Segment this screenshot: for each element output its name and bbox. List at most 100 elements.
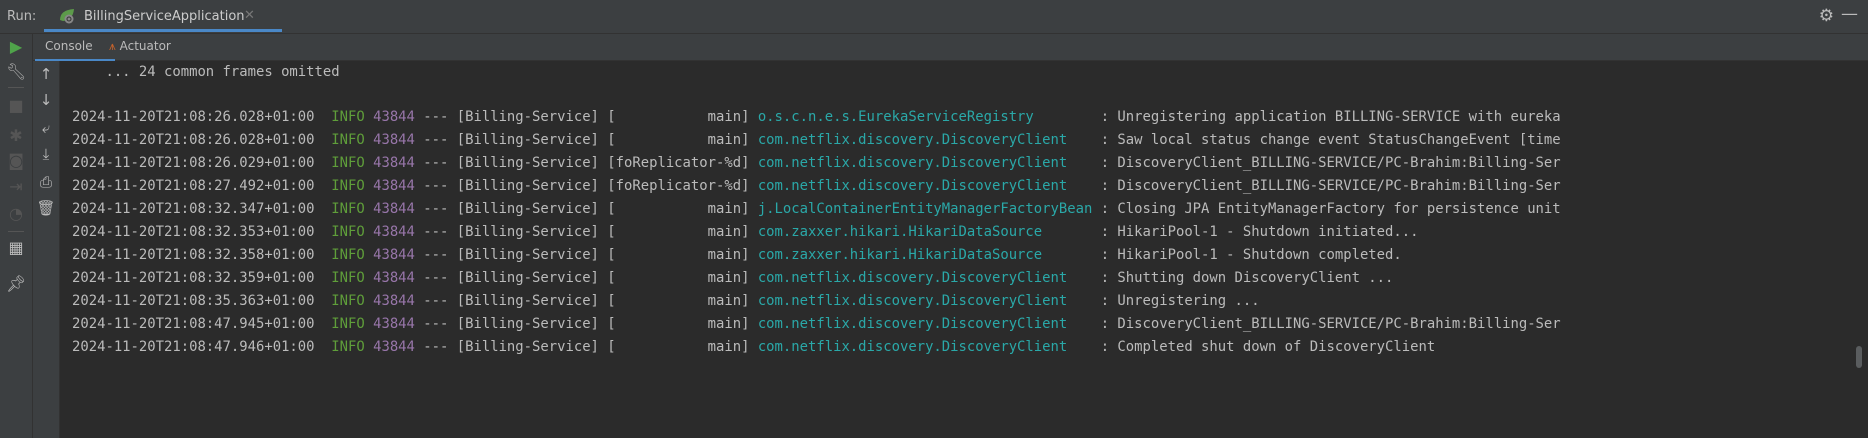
tab-console[interactable]: Console [35,39,115,61]
scrollbar[interactable] [1856,346,1862,368]
run-toolwindow-header: Run: BillingServiceApplication ✕ ⚙ — [0,0,1868,34]
log-logger: com.netflix.discovery.DiscoveryClient [757,132,1093,148]
tab-actuator[interactable]: ⩚ Actuator [109,39,171,54]
log-line: 2024-11-20T21:08:26.028+01:00 INFO 43844… [72,130,1561,150]
log-level: INFO [331,155,365,171]
log-logger: com.zaxxer.hikari.HikariDataSource [757,247,1093,263]
pin-icon[interactable]: 📌︎ [6,274,26,293]
run-config-tab[interactable]: BillingServiceApplication ✕ [44,0,282,32]
close-icon[interactable]: ✕ [244,8,255,23]
trash-icon[interactable]: 🗑︎ [36,199,56,217]
log-timestamp: 2024-11-20T21:08:35.363+01:00 [72,293,315,309]
stop-icon[interactable]: ■ [6,96,26,115]
log-pid: 43844 [373,247,415,263]
log-thread: --- [Billing-Service] [ main] [423,270,758,286]
log-timestamp: 2024-11-20T21:08:26.028+01:00 [72,132,315,148]
arrow-down-icon[interactable]: ↓ [36,91,56,109]
log-logger: com.zaxxer.hikari.HikariDataSource [757,224,1093,240]
log-level: INFO [331,270,365,286]
actuator-icon: ⩚ [109,39,116,53]
log-thread: --- [Billing-Service] [ main] [423,224,758,240]
log-line: 2024-11-20T21:08:32.353+01:00 INFO 43844… [72,222,1418,242]
rerun-icon[interactable]: ▶ [6,37,26,56]
log-message: : HikariPool-1 - Shutdown initiated... [1092,224,1419,240]
log-thread: --- [Billing-Service] [ main] [423,109,758,125]
log-line: 2024-11-20T21:08:26.029+01:00 INFO 43844… [72,153,1561,173]
log-pid: 43844 [373,132,415,148]
spring-boot-icon [60,9,74,24]
tab-label: Actuator [119,39,171,53]
log-timestamp: 2024-11-20T21:08:27.492+01:00 [72,178,315,194]
login-icon[interactable]: ⇥ [6,177,26,196]
minimize-icon[interactable]: — [1841,4,1858,24]
log-logger: com.netflix.discovery.DiscoveryClient [757,316,1093,332]
print-icon[interactable]: ⎙ [36,173,56,191]
log-level: INFO [331,178,365,194]
log-line: 2024-11-20T21:08:47.946+01:00 INFO 43844… [72,337,1435,357]
log-message: : Unregistering application BILLING-SERV… [1092,109,1561,125]
log-level: INFO [331,201,365,217]
log-timestamp: 2024-11-20T21:08:26.028+01:00 [72,109,315,125]
log-level: INFO [331,339,365,355]
log-pid: 43844 [373,201,415,217]
log-message: : Unregistering ... [1092,293,1260,309]
log-line: 2024-11-20T21:08:27.492+01:00 INFO 43844… [72,176,1561,196]
wrench-icon[interactable]: 🔧︎ [6,62,26,81]
log-message: : Closing JPA EntityManagerFactory for p… [1092,201,1561,217]
log-logger: com.netflix.discovery.DiscoveryClient [757,178,1093,194]
log-level: INFO [331,247,365,263]
log-pid: 43844 [373,109,415,125]
console-tabs: Console ⩚ Actuator [33,34,1868,61]
gear-icon[interactable]: ⚙ [1819,6,1834,26]
log-thread: --- [Billing-Service] [ main] [423,293,758,309]
log-message: : Completed shut down of DiscoveryClient [1092,339,1436,355]
log-thread: --- [Billing-Service] [ main] [423,247,758,263]
log-timestamp: 2024-11-20T21:08:32.347+01:00 [72,201,315,217]
camera-icon[interactable]: ◙ [6,151,26,170]
profiler-icon[interactable]: ◔ [6,204,26,223]
log-timestamp: 2024-11-20T21:08:32.358+01:00 [72,247,315,263]
divider [8,231,24,232]
run-config-name: BillingServiceApplication [84,9,245,24]
console-output[interactable]: ... 24 common frames omitted 2024-11-20T… [60,61,1868,438]
log-logger: com.netflix.discovery.DiscoveryClient [757,293,1093,309]
log-level: INFO [331,132,365,148]
log-logger: j.LocalContainerEntityManagerFactoryBean [757,201,1093,217]
run-label: Run: [7,9,37,24]
log-timestamp: 2024-11-20T21:08:32.353+01:00 [72,224,315,240]
log-line: 2024-11-20T21:08:35.363+01:00 INFO 43844… [72,291,1260,311]
log-pid: 43844 [373,293,415,309]
log-message: : DiscoveryClient_BILLING-SERVICE/PC-Bra… [1092,316,1561,332]
log-thread: --- [Billing-Service] [foReplicator-%d] [423,155,758,171]
log-level: INFO [331,293,365,309]
log-pid: 43844 [373,316,415,332]
log-line: 2024-11-20T21:08:32.359+01:00 INFO 43844… [72,268,1393,288]
log-message: : DiscoveryClient_BILLING-SERVICE/PC-Bra… [1092,178,1561,194]
log-thread: --- [Billing-Service] [ main] [423,132,758,148]
divider [8,87,24,88]
soft-wrap-icon[interactable]: ⤶ [36,119,56,137]
log-line: 2024-11-20T21:08:32.358+01:00 INFO 43844… [72,245,1402,265]
log-thread: --- [Billing-Service] [ main] [423,339,758,355]
tab-label: Console [45,39,93,53]
log-logger: o.s.c.n.e.s.EurekaServiceRegistry [757,109,1093,125]
log-pid: 43844 [373,178,415,194]
log-timestamp: 2024-11-20T21:08:26.029+01:00 [72,155,315,171]
log-line: 2024-11-20T21:08:32.347+01:00 INFO 43844… [72,199,1561,219]
log-logger: com.netflix.discovery.DiscoveryClient [757,155,1093,171]
log-thread: --- [Billing-Service] [foReplicator-%d] [423,178,758,194]
log-level: INFO [331,109,365,125]
log-level: INFO [331,224,365,240]
scroll-to-end-icon[interactable]: ⤓ [36,145,56,163]
arrow-up-icon[interactable]: ↑ [36,65,56,83]
layout-icon[interactable]: ▦ [6,238,26,257]
log-timestamp: 2024-11-20T21:08:47.945+01:00 [72,316,315,332]
log-logger: com.netflix.discovery.DiscoveryClient [757,270,1093,286]
log-message: : Shutting down DiscoveryClient ... [1092,270,1394,286]
log-level: INFO [331,316,365,332]
log-timestamp: 2024-11-20T21:08:47.946+01:00 [72,339,315,355]
debug-icon[interactable]: ✱ [6,126,26,145]
log-line: 2024-11-20T21:08:47.945+01:00 INFO 43844… [72,314,1561,334]
log-thread: --- [Billing-Service] [ main] [423,316,758,332]
log-thread: --- [Billing-Service] [ main] [423,201,758,217]
